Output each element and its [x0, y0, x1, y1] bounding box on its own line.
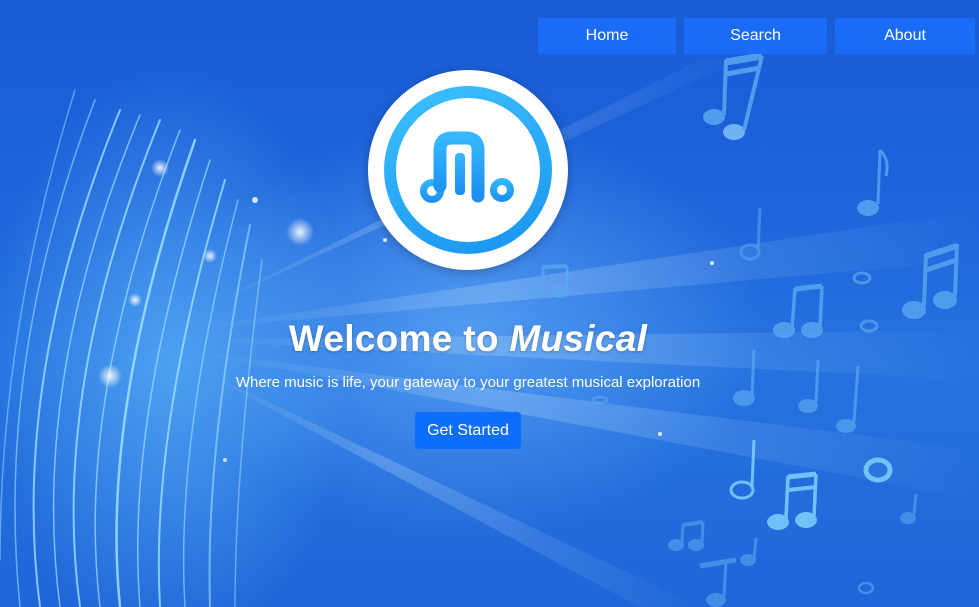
- hero-subtitle: Where music is life, your gateway to you…: [235, 374, 701, 391]
- hero-section: Home Search About Welcome to Musical Whe…: [0, 0, 979, 607]
- logo-ring: [384, 86, 552, 254]
- nav-search-button[interactable]: Search: [684, 18, 827, 54]
- nav-home-button[interactable]: Home: [538, 18, 676, 54]
- top-nav: Home Search About: [538, 18, 975, 54]
- hero-title-brand: Musical: [509, 318, 648, 359]
- nav-about-button[interactable]: About: [835, 18, 975, 54]
- hero-title: Welcome to Musical: [0, 318, 936, 360]
- logo-inner: [396, 98, 540, 242]
- music-note-icon: [420, 131, 514, 203]
- hero-title-prefix: Welcome to: [288, 318, 510, 359]
- logo: [368, 70, 568, 270]
- get-started-button[interactable]: Get Started: [415, 412, 521, 449]
